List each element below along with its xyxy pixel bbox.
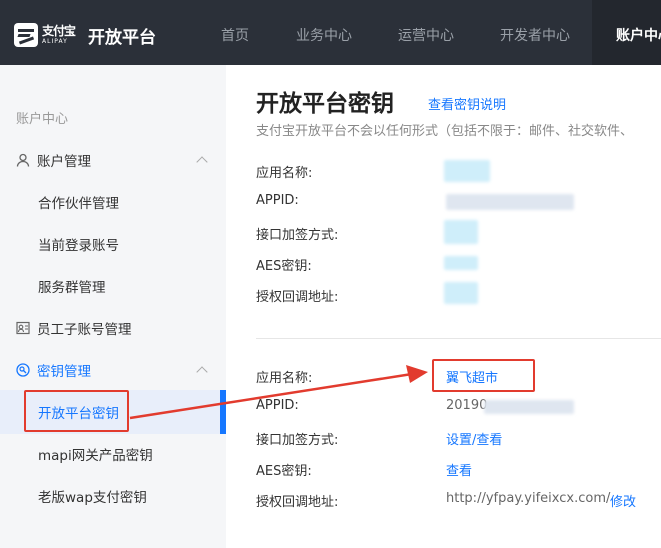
nav-home[interactable]: 首页 [221,25,249,45]
user-icon [16,153,30,167]
divider [256,338,661,339]
sidebar-item-employee-subaccounts[interactable]: 员工子账号管理 [16,318,132,338]
page-title: 开放平台密钥 [256,91,394,117]
sidebar-item-partner-management[interactable]: 合作伙伴管理 [38,192,119,212]
alipay-logo[interactable]: 支付宝 ALIPAY [14,22,76,48]
app1-aes-key-label: AES密钥: [256,259,312,274]
sidebar-group-label: 密钥管理 [37,364,91,380]
sidebar-item-service-group-management[interactable]: 服务群管理 [38,276,106,296]
sidebar: 账户中心 账户管理 合作伙伴管理 当前登录账号 服务群管理 员工子账号管理 密钥… [0,65,226,548]
callback-url-value: http://yfpay.yifeixcx.com/ [446,491,611,506]
chevron-up-icon[interactable] [196,366,208,378]
sidebar-item-current-login-account[interactable]: 当前登录账号 [38,234,119,254]
app2-callback-url-label: 授权回调地址: [256,495,339,510]
nav-account-center[interactable]: 账户中心 [616,25,661,45]
app2-name-label: 应用名称: [256,371,313,386]
redacted-value [444,160,490,182]
key-icon [16,363,30,377]
brand-title: 开放平台 [88,28,156,48]
callback-url-edit-link[interactable]: 修改 [610,491,636,510]
employee-icon [16,321,30,335]
app2-appid-label: APPID: [256,398,299,413]
sidebar-item-mapi-gateway-keys[interactable]: mapi网关产品密钥 [38,444,153,464]
app2-aes-key-label: AES密钥: [256,464,312,479]
redacted-value [484,400,574,414]
chevron-up-icon[interactable] [196,156,208,168]
app1-appid-label: APPID: [256,193,299,208]
alipay-logo-icon [14,23,38,47]
sign-method-settings-link[interactable]: 设置/查看 [446,429,502,448]
app2-sign-method-label: 接口加签方式: [256,433,339,448]
nav-developer-center[interactable]: 开发者中心 [500,25,570,45]
page-subtitle: 支付宝开放平台不会以任何形式（包括不限于：邮件、社交软件、 [256,124,634,139]
app1-sign-method-label: 接口加签方式: [256,228,339,243]
redacted-value [444,256,478,270]
sidebar-group-account-management[interactable]: 账户管理 [16,150,91,170]
sidebar-item-label: 员工子账号管理 [37,322,132,338]
sidebar-section-title: 账户中心 [16,112,69,127]
redacted-value [444,220,478,244]
annotation-highlight-box [24,390,129,432]
top-navigation-bar: 支付宝 ALIPAY 开放平台 首页 业务中心 运营中心 开发者中心 账户中心 [0,0,661,65]
nav-operations-center[interactable]: 运营中心 [398,25,454,45]
logo-text-en: ALIPAY [42,38,68,45]
nav-business-center[interactable]: 业务中心 [296,25,352,45]
app1-name-label: 应用名称: [256,166,313,181]
app2-appid-value: 20190 [446,398,488,413]
app1-callback-url-label: 授权回调地址: [256,290,339,305]
view-key-docs-link[interactable]: 查看密钥说明 [428,94,506,113]
annotation-highlight-box [432,359,535,392]
redacted-value [446,194,574,210]
aes-key-view-link[interactable]: 查看 [446,460,472,479]
logo-text-cn: 支付宝 [42,24,76,38]
active-indicator [220,390,226,434]
sidebar-item-legacy-wap-keys[interactable]: 老版wap支付密钥 [38,486,147,506]
sidebar-group-key-management[interactable]: 密钥管理 [16,360,91,380]
sidebar-group-label: 账户管理 [37,154,91,170]
redacted-value [444,282,478,304]
